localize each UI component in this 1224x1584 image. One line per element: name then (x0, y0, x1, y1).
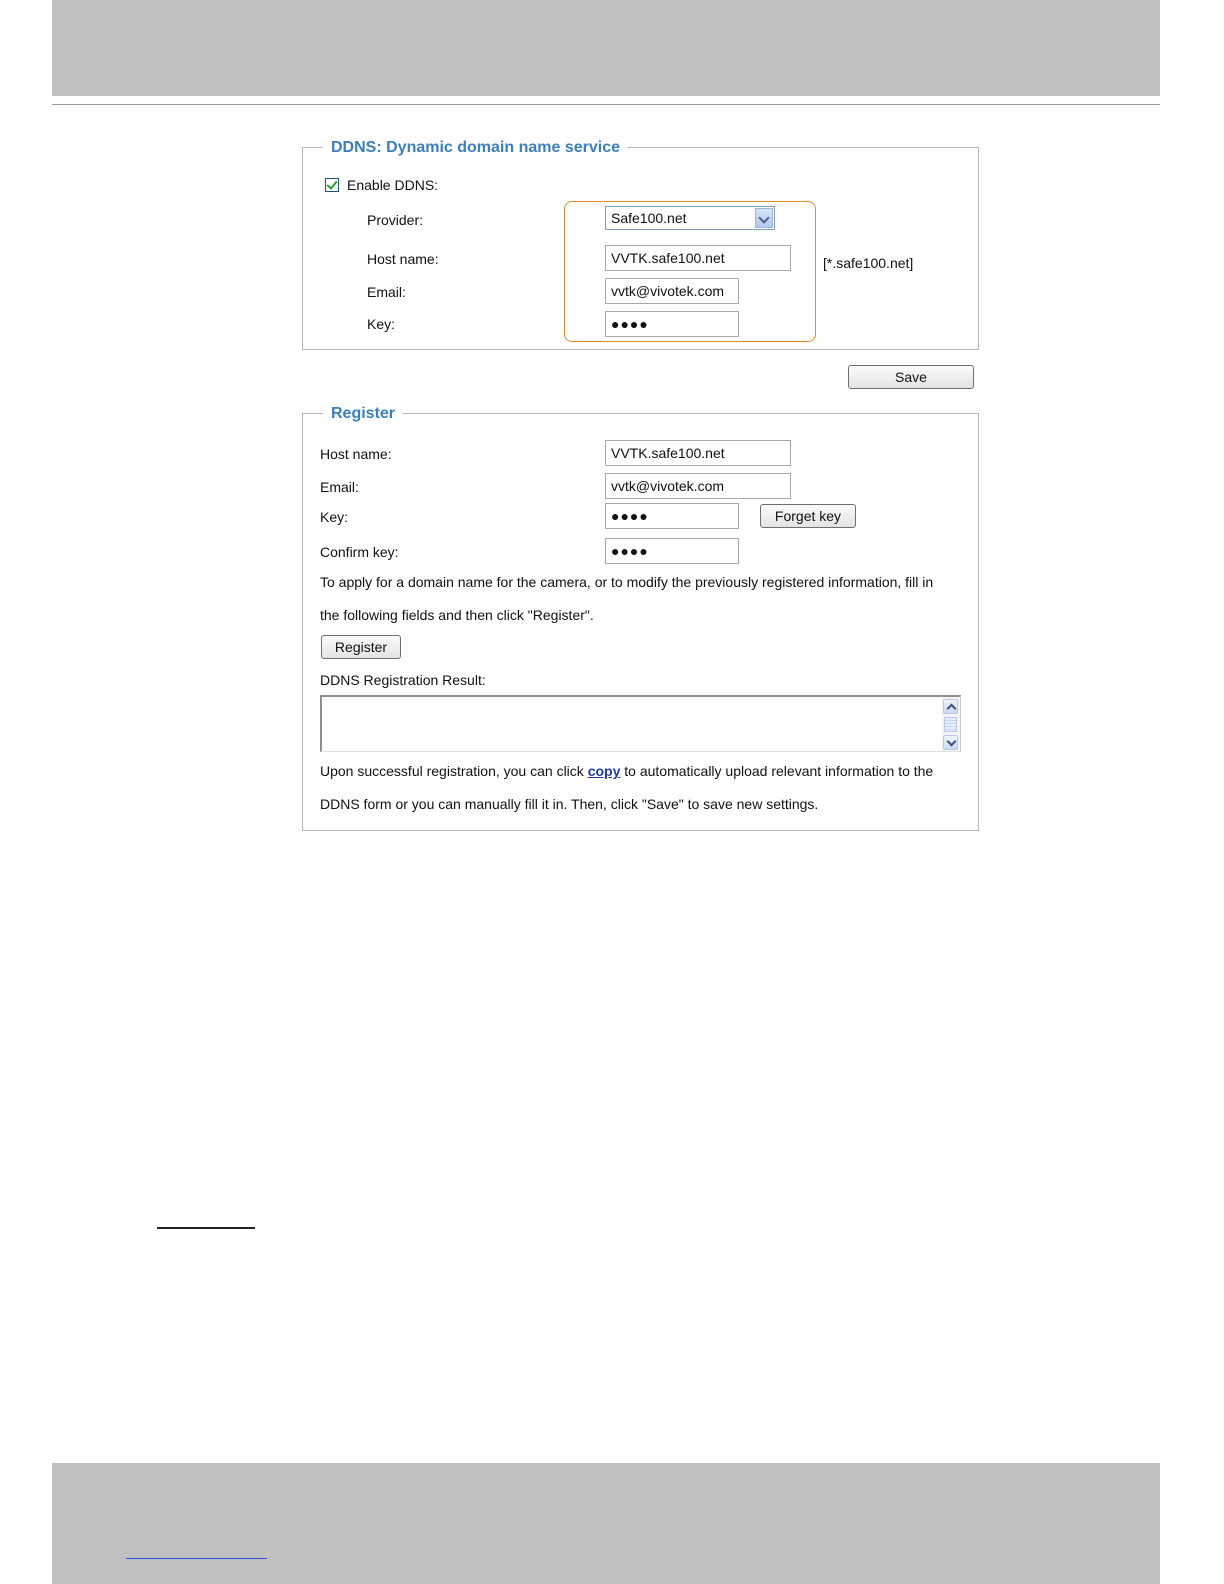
upon-text-before: Upon successful registration, you can cl… (320, 763, 588, 779)
page-footer-band (52, 1463, 1160, 1584)
instruction-line-2: the following fields and then click "Reg… (320, 607, 594, 623)
provider-value: Safe100.net (611, 210, 687, 226)
register-key-input[interactable]: ●●●● (605, 503, 739, 529)
registration-result-label: DDNS Registration Result: (320, 672, 486, 688)
ddns-email-label: Email: (367, 284, 406, 300)
scroll-thumb[interactable] (944, 717, 957, 732)
register-legend: Register (323, 405, 404, 423)
footer-link-underline (126, 1558, 267, 1559)
confirm-key-input[interactable]: ●●●● (605, 538, 739, 564)
upon-registration-line-1: Upon successful registration, you can cl… (320, 763, 933, 779)
ddns-key-input[interactable]: ●●●● (605, 311, 739, 337)
provider-label: Provider: (367, 212, 424, 228)
ddns-key-label: Key: (367, 316, 396, 332)
ddns-hostname-input[interactable]: VVTK.safe100.net (605, 245, 791, 271)
register-key-label: Key: (320, 509, 349, 525)
instruction-line-1: To apply for a domain name for the camer… (320, 574, 934, 590)
hostname-suffix: [*.safe100.net] (823, 255, 914, 271)
scroll-down-icon[interactable] (943, 735, 958, 750)
forget-key-button[interactable]: Forget key (760, 504, 856, 528)
upon-registration-line-2: DDNS form or you can manually fill it in… (320, 796, 819, 812)
scroll-up-icon[interactable] (943, 699, 958, 714)
ddns-legend: DDNS: Dynamic domain name service (323, 139, 628, 157)
result-scrollbar[interactable] (942, 697, 960, 751)
copy-link[interactable]: copy (588, 763, 621, 779)
confirm-key-label: Confirm key: (320, 544, 399, 560)
register-email-input[interactable]: vvtk@vivotek.com (605, 473, 791, 499)
registration-result-textarea[interactable] (320, 695, 961, 752)
ddns-email-input[interactable]: vvtk@vivotek.com (605, 278, 739, 304)
provider-select[interactable]: Safe100.net (605, 206, 775, 230)
upon-text-after: to automatically upload relevant informa… (620, 763, 934, 779)
register-email-label: Email: (320, 479, 359, 495)
register-button[interactable]: Register (321, 635, 401, 659)
ddns-hostname-label: Host name: (367, 251, 439, 267)
footnote-rule (157, 1227, 255, 1229)
enable-ddns-label: Enable DDNS: (347, 177, 439, 193)
page-header-band (52, 0, 1160, 96)
enable-ddns-checkbox[interactable] (325, 178, 339, 192)
register-hostname-input[interactable]: VVTK.safe100.net (605, 440, 791, 466)
chevron-down-icon[interactable] (755, 208, 773, 228)
header-divider (52, 104, 1160, 105)
save-button[interactable]: Save (848, 365, 974, 389)
register-hostname-label: Host name: (320, 446, 392, 462)
